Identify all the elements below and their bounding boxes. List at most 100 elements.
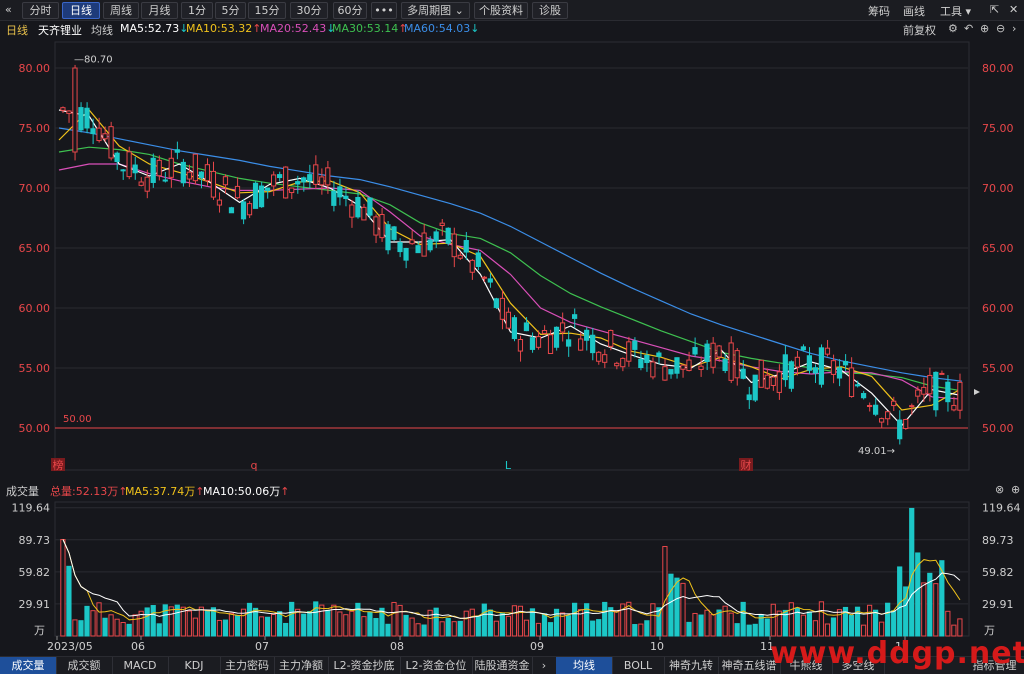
volume-tick-right: 119.64 <box>982 502 1021 515</box>
volume-bar <box>277 611 283 637</box>
candle-body <box>144 176 150 192</box>
tab-9[interactable]: ••• <box>371 2 397 19</box>
stock-name[interactable]: 天齐锂业 <box>38 22 82 38</box>
volume-label: 成交量 <box>6 485 39 498</box>
price-tick-left: 50.00 <box>19 422 51 435</box>
volume-bar <box>337 611 343 637</box>
candle-body <box>415 245 421 254</box>
indicator-tab-4[interactable]: 主力密码 <box>220 657 275 674</box>
collapse-panel-icon[interactable]: « <box>5 3 12 16</box>
candle-body <box>210 170 217 198</box>
volume-bar <box>517 605 524 637</box>
close-indicator-icon[interactable]: ⊗ <box>995 483 1004 496</box>
tab-11[interactable]: 个股资料 <box>474 2 528 19</box>
indicator-tab-7[interactable]: L2-资金仓位 <box>400 657 473 674</box>
volume-bar <box>848 614 855 637</box>
pin-icon[interactable]: ⇱ <box>990 3 999 16</box>
zoom-out-icon[interactable]: ⊖ <box>996 22 1005 35</box>
line-type-label[interactable]: 均线 <box>91 22 113 38</box>
volume-bar <box>289 601 295 637</box>
price-tick-right: 70.00 <box>982 182 1014 195</box>
candle-body <box>240 201 247 220</box>
add-indicator-icon[interactable]: ⊕ <box>1011 483 1020 496</box>
candle-body <box>246 203 253 216</box>
volume-bar <box>879 621 885 637</box>
volume-bar <box>638 623 644 637</box>
volume-bar <box>770 603 776 637</box>
candle-body <box>782 354 788 381</box>
ma10-value: MA10:53.32↑ <box>186 22 262 35</box>
indicator-tab-10[interactable]: 均线 <box>556 657 613 674</box>
volume-bar <box>565 615 572 637</box>
candle-body <box>331 190 337 206</box>
candle-body <box>463 240 469 253</box>
kline-chart[interactable]: 80.00 80.00 75.00 75.00 70.00 70.00 65.00 65.00… <box>0 38 1024 656</box>
candle-body <box>638 358 644 369</box>
zoom-in-icon[interactable]: ⊕ <box>980 22 989 35</box>
indicator-tab-8[interactable]: 陆股通资金 <box>472 657 533 674</box>
adjust-mode[interactable]: 前复权 <box>903 22 936 38</box>
indicator-tab-11[interactable]: BOLL <box>612 657 665 674</box>
indicator-tab-1[interactable]: 成交额 <box>56 657 113 674</box>
volume-bar <box>553 608 560 637</box>
volume-bar <box>102 617 108 637</box>
indicator-tab-2[interactable]: MACD <box>112 657 169 674</box>
indicator-tab-5[interactable]: 主力净额 <box>274 657 329 674</box>
tools-menu-button[interactable]: 工具 ▾ <box>940 3 971 19</box>
candle-body <box>120 169 126 172</box>
indicator-tab-3[interactable]: KDJ <box>168 657 221 674</box>
settings-icon[interactable]: ⚙ <box>948 22 958 35</box>
tab-12[interactable]: 诊股 <box>532 2 568 19</box>
indicator-tab-12[interactable]: 神奇九转 <box>664 657 719 674</box>
candle-body <box>541 330 548 334</box>
volume-tick-left: 119.64 <box>12 502 51 515</box>
volume-tick-left: 59.82 <box>19 566 51 579</box>
draw-line-button[interactable]: 画线 <box>903 3 925 19</box>
candle-body <box>481 276 487 279</box>
indicator-tab-0[interactable]: 成交量 <box>0 657 57 674</box>
candle-body <box>72 67 78 153</box>
indicator-tab-6[interactable]: L2-资金抄底 <box>328 657 401 674</box>
undo-icon[interactable]: ↶ <box>964 22 973 35</box>
candle-body <box>608 329 614 347</box>
candle-body <box>957 381 963 411</box>
volume-bar <box>475 615 481 637</box>
candle-body <box>596 351 602 362</box>
candle-body <box>553 326 560 348</box>
tab-4[interactable]: 1分 <box>181 2 213 19</box>
tab-8[interactable]: 60分 <box>333 2 367 19</box>
x-axis-label: 07 <box>255 640 269 653</box>
chevron-right-icon[interactable]: › <box>1012 22 1016 35</box>
indicator-tab-9[interactable]: › <box>532 657 557 674</box>
tab-10[interactable]: 多周期图 ⌄ <box>401 2 470 19</box>
volume-bar <box>921 582 927 637</box>
candle-body <box>800 346 806 351</box>
price-tick-left: 75.00 <box>19 122 51 135</box>
tab-2[interactable]: 周线 <box>103 2 139 19</box>
candle-body <box>565 339 572 347</box>
volume-bar <box>806 611 813 637</box>
candle-body <box>126 151 132 178</box>
chips-button[interactable]: 筹码 <box>868 3 890 19</box>
candle-body <box>505 311 511 329</box>
tab-7[interactable]: 30分 <box>290 2 328 19</box>
tab-1[interactable]: 日线 <box>62 2 100 19</box>
volume-bar <box>271 613 277 637</box>
candle-body <box>445 227 451 244</box>
candle-body <box>818 347 825 385</box>
price-tick-right: 55.00 <box>982 362 1014 375</box>
candle-body <box>283 166 289 199</box>
tab-5[interactable]: 5分 <box>215 2 246 19</box>
tab-3[interactable]: 月线 <box>141 2 178 19</box>
candle-body <box>361 206 367 221</box>
candle-body <box>885 411 891 420</box>
close-icon[interactable]: ✕ <box>1009 3 1018 16</box>
event-marker: 榜 <box>53 458 64 472</box>
candle-body <box>301 177 307 183</box>
candle-body <box>325 167 331 186</box>
tab-0[interactable]: 分时 <box>22 2 59 19</box>
candle-body <box>78 107 84 131</box>
volume-bar <box>704 609 710 637</box>
tab-6[interactable]: 15分 <box>248 2 286 19</box>
volume-bar <box>734 623 740 637</box>
